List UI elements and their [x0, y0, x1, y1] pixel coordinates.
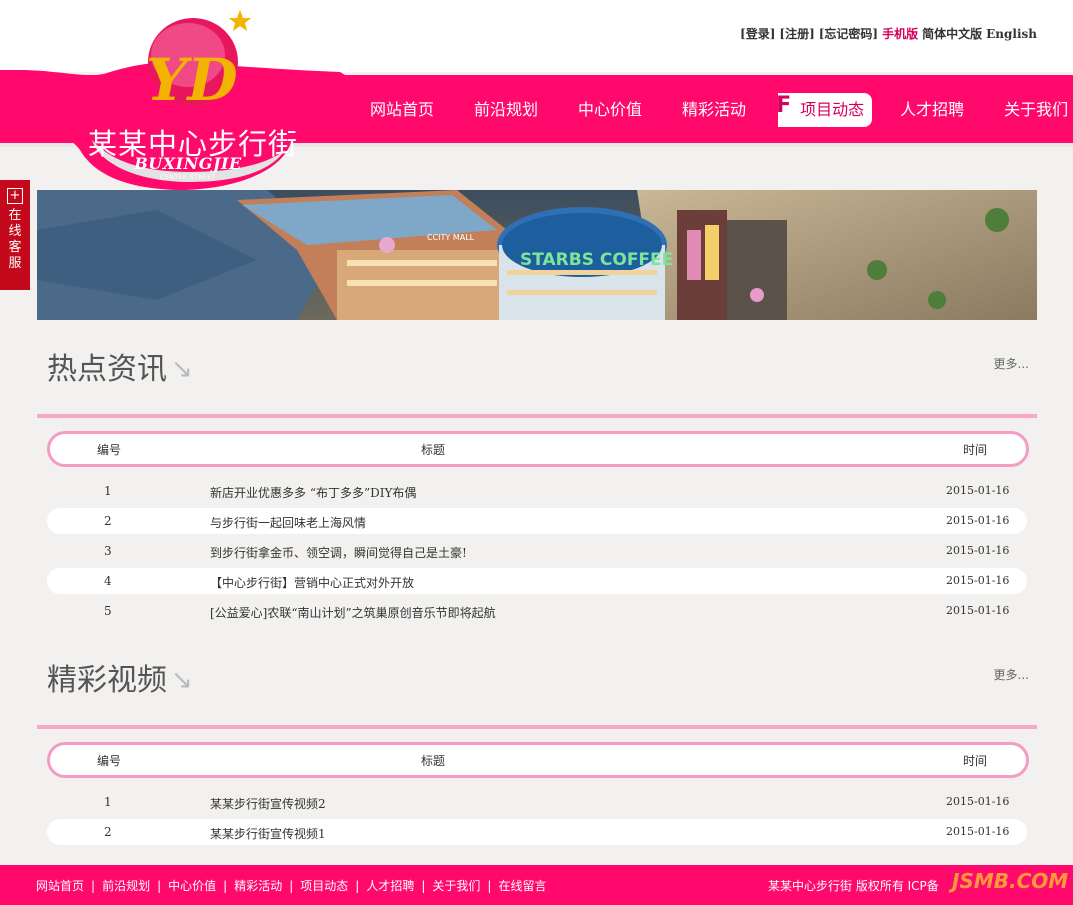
row-title-link[interactable]: 【中心步行街】营销中心正式对外开放	[210, 574, 414, 591]
active-mark: F	[776, 93, 792, 118]
english-version-link[interactable]: English	[986, 27, 1037, 41]
news-row[interactable]: 1 新店开业优惠多多 “布丁多多”DIY布偶 2015-01-16	[47, 478, 1027, 504]
footer: 网站首页 | 前沿规划 | 中心价值 | 精彩活动 | 项目动态 | 人才招聘 | 关于我们 | 在线留言 …	[0, 865, 1073, 905]
separator: |	[355, 879, 360, 893]
news-table-header: 编号 标题 时间	[47, 431, 1029, 467]
logo-subtitle-small: CENTER STREET	[160, 174, 216, 181]
online-service-label: 在线客服	[8, 208, 22, 271]
register-link[interactable]: [注册]	[779, 27, 814, 41]
news-row[interactable]: 5 [公益爱心]农联“南山计划”之筑巢原创音乐节即将起航 2015-01-16	[47, 598, 1027, 624]
nav-item-events[interactable]: 精彩活动	[674, 93, 754, 127]
forgot-password-link[interactable]: [忘记密码]	[819, 27, 878, 41]
nav-item-value[interactable]: 中心价值	[570, 93, 650, 127]
row-no: 2	[104, 514, 112, 528]
plus-icon: +	[7, 188, 23, 204]
row-title-link[interactable]: 到步行街拿金币、领空调，瞬间觉得自己是土豪!	[210, 544, 467, 561]
nav-item-about[interactable]: 关于我们	[996, 93, 1073, 127]
col-time: 时间	[963, 754, 988, 768]
nav-item-news-label: 项目动态	[800, 100, 865, 119]
copyright: 某某中心步行街 版权所有 ICP备	[768, 879, 939, 893]
row-date: 2015-01-16	[946, 795, 1010, 808]
row-no: 4	[104, 574, 112, 588]
logo-letters: YD	[146, 46, 238, 114]
login-link[interactable]: [登录]	[740, 27, 775, 41]
banner-image: CCITY MALL STARBS COFFEE	[37, 190, 1037, 320]
row-date: 2015-01-16	[946, 825, 1010, 838]
news-more-link[interactable]: 更多...	[994, 355, 1029, 372]
videos-section-title: 精彩视频	[47, 663, 167, 698]
video-row[interactable]: 1 某某步行街宣传视频2 2015-01-16	[47, 789, 1027, 815]
videos-more-link[interactable]: 更多...	[994, 666, 1029, 683]
footer-links: 网站首页 | 前沿规划 | 中心价值 | 精彩活动 | 项目动态 | 人才招聘 | 关于我们 | 在线留言	[36, 877, 546, 894]
watermark: JSMB.COM	[952, 869, 1069, 893]
footer-link-about[interactable]: 关于我们	[432, 879, 480, 893]
separator: |	[223, 879, 228, 893]
row-no: 1	[104, 484, 112, 498]
separator: |	[91, 879, 96, 893]
row-title-link[interactable]: [公益爱心]农联“南山计划”之筑巢原创音乐节即将起航	[210, 604, 496, 621]
footer-link-events[interactable]: 精彩活动	[234, 879, 282, 893]
banner-coffee-sign: STARBS COFFEE	[520, 250, 673, 270]
footer-link-planning[interactable]: 前沿规划	[102, 879, 150, 893]
logo-subtitle: BUXINGJIE	[134, 154, 242, 173]
star-icon	[229, 10, 251, 31]
row-title-link[interactable]: 某某步行街宣传视频2	[210, 795, 326, 812]
row-date: 2015-01-16	[946, 484, 1010, 497]
separator: |	[289, 879, 294, 893]
video-row[interactable]: 2 某某步行街宣传视频1 2015-01-16	[47, 819, 1027, 845]
row-date: 2015-01-16	[946, 544, 1010, 557]
col-title: 标题	[421, 754, 446, 768]
mobile-version-link[interactable]: 手机版	[882, 27, 918, 41]
footer-link-message[interactable]: 在线留言	[498, 879, 546, 893]
main-nav: 网站首页 前沿规划 中心价值 精彩活动 F 项目动态 人才招聘 关于我们	[362, 93, 1073, 127]
nav-item-planning[interactable]: 前沿规划	[466, 93, 546, 127]
row-title-link[interactable]: 新店开业优惠多多 “布丁多多”DIY布偶	[210, 484, 416, 501]
nav-item-home[interactable]: 网站首页	[362, 93, 442, 127]
col-no: 编号	[97, 754, 122, 768]
footer-link-news[interactable]: 项目动态	[300, 879, 348, 893]
user-links: [登录] [注册] [忘记密码] 手机版 简体中文版 English	[736, 25, 1037, 42]
news-row[interactable]: 3 到步行街拿金币、领空调，瞬间觉得自己是土豪! 2015-01-16	[47, 538, 1027, 564]
row-no: 2	[104, 825, 112, 839]
col-time: 时间	[963, 443, 988, 457]
news-divider	[37, 414, 1037, 418]
arrow-down-right-icon: ↘	[171, 354, 193, 384]
row-no: 1	[104, 795, 112, 809]
news-row[interactable]: 4 【中心步行街】营销中心正式对外开放 2015-01-16	[47, 568, 1027, 594]
row-date: 2015-01-16	[946, 514, 1010, 527]
separator: |	[487, 879, 492, 893]
online-service-tab[interactable]: + 在线客服	[0, 180, 30, 290]
nav-item-jobs[interactable]: 人才招聘	[892, 93, 972, 127]
footer-link-jobs[interactable]: 人才招聘	[366, 879, 414, 893]
banner-mall-sign: CCITY MALL	[427, 233, 475, 242]
row-title-link[interactable]: 与步行街一起回味老上海风情	[210, 514, 366, 531]
news-row[interactable]: 2 与步行街一起回味老上海风情 2015-01-16	[47, 508, 1027, 534]
row-no: 3	[104, 544, 112, 558]
separator: |	[421, 879, 426, 893]
videos-divider	[37, 725, 1037, 729]
row-title-link[interactable]: 某某步行街宣传视频1	[210, 825, 326, 842]
nav-item-news[interactable]: F 项目动态	[776, 93, 873, 127]
col-title: 标题	[421, 443, 446, 457]
row-date: 2015-01-16	[946, 604, 1010, 617]
footer-link-value[interactable]: 中心价值	[168, 879, 216, 893]
separator: |	[157, 879, 162, 893]
col-no: 编号	[97, 443, 122, 457]
news-section-title: 热点资讯	[47, 352, 167, 387]
chinese-version-link[interactable]: 简体中文版	[922, 27, 982, 41]
row-no: 5	[104, 604, 112, 618]
row-date: 2015-01-16	[946, 574, 1010, 587]
footer-link-home[interactable]: 网站首页	[36, 879, 84, 893]
arrow-down-right-icon: ↘	[171, 665, 193, 695]
videos-table-header: 编号 标题 时间	[47, 742, 1029, 778]
